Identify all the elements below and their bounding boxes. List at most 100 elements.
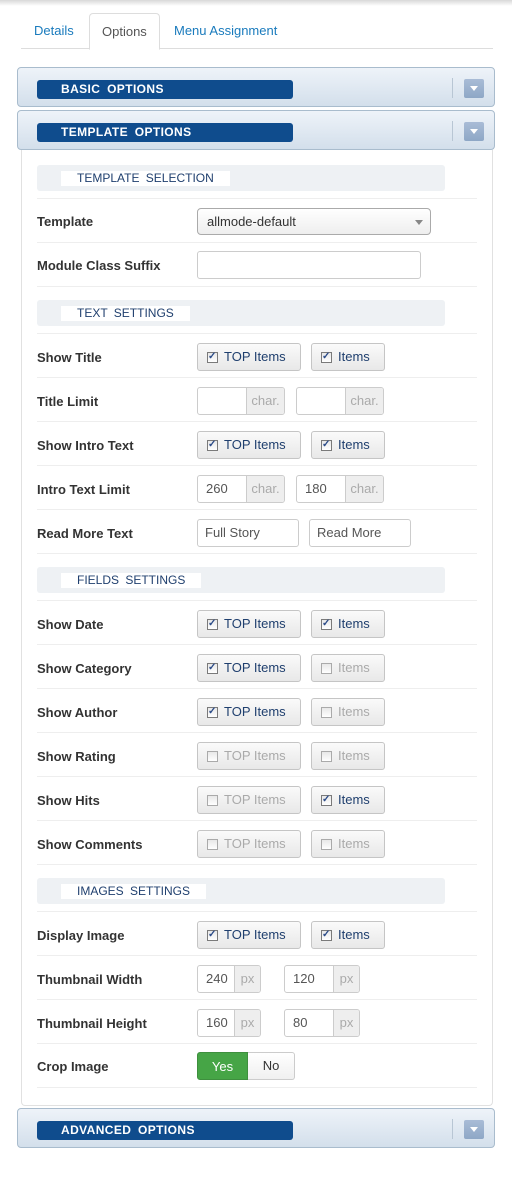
read-more-text-items-input[interactable]: Read More bbox=[309, 519, 411, 547]
divider bbox=[37, 286, 477, 287]
checkbox-checked-icon: ✓ bbox=[207, 439, 218, 451]
show-hits-top-items-checkbox[interactable]: TOP Items bbox=[197, 786, 301, 814]
intro-text-limit-items-input[interactable]: 180 char. bbox=[296, 475, 384, 503]
chevron-down-icon[interactable] bbox=[464, 79, 484, 98]
divider bbox=[37, 1087, 477, 1088]
title-limit-items-input[interactable]: char. bbox=[296, 387, 384, 415]
show-comments-label: Show Comments bbox=[37, 837, 143, 852]
intro-text-limit-top-items-input[interactable]: 260 char. bbox=[197, 475, 285, 503]
crop-image-yes-button[interactable]: Yes bbox=[197, 1052, 248, 1080]
checkbox-checked-icon: ✓ bbox=[321, 929, 332, 941]
checkbox-checked-icon: ✓ bbox=[321, 351, 332, 363]
title-limit-top-items-input[interactable]: char. bbox=[197, 387, 285, 415]
checkbox-unchecked-icon bbox=[207, 795, 218, 806]
accordion-advanced-options[interactable]: ADVANCED OPTIONS bbox=[17, 1108, 495, 1148]
divider bbox=[452, 78, 453, 98]
display-image-top-items-checkbox[interactable]: ✓ TOP Items bbox=[197, 921, 301, 949]
checkbox-label: TOP Items bbox=[224, 660, 286, 675]
show-hits-items-checkbox[interactable]: ✓ Items bbox=[311, 786, 385, 814]
show-comments-items-checkbox[interactable]: Items bbox=[311, 830, 385, 858]
tab-menu-assignment[interactable]: Menu Assignment bbox=[162, 13, 289, 49]
checkbox-unchecked-icon bbox=[207, 751, 218, 762]
show-date-items-checkbox[interactable]: ✓ Items bbox=[311, 610, 385, 638]
accordion-title: ADVANCED OPTIONS bbox=[37, 1121, 293, 1140]
divider bbox=[37, 198, 477, 199]
input-value[interactable]: 120 bbox=[285, 966, 333, 992]
show-rating-label: Show Rating bbox=[37, 749, 116, 764]
checkbox-checked-icon: ✓ bbox=[321, 794, 332, 806]
input-value[interactable]: 180 bbox=[297, 476, 345, 502]
show-rating-items-checkbox[interactable]: Items bbox=[311, 742, 385, 770]
input-value[interactable]: 240 bbox=[198, 966, 234, 992]
accordion-title: BASIC OPTIONS bbox=[37, 80, 293, 99]
show-author-top-items-checkbox[interactable]: ✓ TOP Items bbox=[197, 698, 301, 726]
read-more-text-label: Read More Text bbox=[37, 526, 133, 541]
checkbox-label: TOP Items bbox=[224, 437, 286, 452]
checkbox-label: Items bbox=[338, 927, 370, 942]
checkbox-label: TOP Items bbox=[224, 704, 286, 719]
show-comments-top-items-checkbox[interactable]: TOP Items bbox=[197, 830, 301, 858]
check-icon: ✓ bbox=[208, 662, 217, 673]
module-class-suffix-input[interactable] bbox=[197, 251, 421, 279]
unit-addon: char. bbox=[246, 388, 284, 414]
checkbox-label: Items bbox=[338, 748, 370, 763]
section-template-selection: TEMPLATE SELECTION bbox=[37, 165, 445, 191]
accordion-basic-options[interactable]: BASIC OPTIONS bbox=[17, 67, 495, 107]
unit-addon: px bbox=[333, 966, 359, 992]
show-intro-text-items-checkbox[interactable]: ✓ Items bbox=[311, 431, 385, 459]
divider bbox=[452, 121, 453, 141]
chevron-down-icon[interactable] bbox=[464, 1120, 484, 1139]
section-label: TEMPLATE SELECTION bbox=[61, 171, 230, 186]
divider bbox=[37, 644, 477, 645]
checkbox-label: Items bbox=[338, 836, 370, 851]
show-rating-top-items-checkbox[interactable]: TOP Items bbox=[197, 742, 301, 770]
unit-addon: px bbox=[333, 1010, 359, 1036]
display-image-items-checkbox[interactable]: ✓ Items bbox=[311, 921, 385, 949]
thumbnail-width-top-items-input[interactable]: 240 px bbox=[197, 965, 261, 993]
input-value[interactable]: 160 bbox=[198, 1010, 234, 1036]
crop-image-no-button[interactable]: No bbox=[248, 1052, 295, 1080]
show-date-top-items-checkbox[interactable]: ✓ TOP Items bbox=[197, 610, 301, 638]
checkbox-label: Items bbox=[338, 437, 370, 452]
top-shadow bbox=[0, 0, 512, 6]
show-author-items-checkbox[interactable]: Items bbox=[311, 698, 385, 726]
check-icon: ✓ bbox=[322, 618, 331, 629]
unit-addon: px bbox=[234, 1010, 260, 1036]
divider bbox=[37, 242, 477, 243]
divider bbox=[37, 553, 477, 554]
unit-addon: char. bbox=[345, 388, 383, 414]
divider bbox=[37, 864, 477, 865]
checkbox-label: Items bbox=[338, 616, 370, 631]
thumbnail-height-items-input[interactable]: 80 px bbox=[284, 1009, 360, 1037]
tab-options[interactable]: Options bbox=[89, 13, 160, 50]
tab-details[interactable]: Details bbox=[22, 13, 86, 49]
input-value[interactable]: 260 bbox=[198, 476, 246, 502]
show-category-top-items-checkbox[interactable]: ✓ TOP Items bbox=[197, 654, 301, 682]
input-value[interactable] bbox=[297, 388, 345, 414]
thumbnail-width-items-input[interactable]: 120 px bbox=[284, 965, 360, 993]
checkbox-unchecked-icon bbox=[321, 707, 332, 718]
accordion-template-options[interactable]: TEMPLATE OPTIONS bbox=[17, 110, 495, 150]
chevron-down-icon[interactable] bbox=[464, 122, 484, 141]
input-value[interactable]: 80 bbox=[285, 1010, 333, 1036]
section-label: IMAGES SETTINGS bbox=[61, 884, 207, 899]
checkbox-label: Items bbox=[338, 704, 370, 719]
show-author-label: Show Author bbox=[37, 705, 118, 720]
checkbox-checked-icon: ✓ bbox=[321, 618, 332, 630]
divider bbox=[37, 999, 477, 1000]
template-label: Template bbox=[37, 214, 94, 229]
divider bbox=[37, 820, 477, 821]
unit-addon: char. bbox=[345, 476, 383, 502]
show-intro-text-top-items-checkbox[interactable]: ✓ TOP Items bbox=[197, 431, 301, 459]
show-title-top-items-checkbox[interactable]: ✓ TOP Items bbox=[197, 343, 301, 371]
show-intro-text-label: Show Intro Text bbox=[37, 438, 134, 453]
show-category-items-checkbox[interactable]: Items bbox=[311, 654, 385, 682]
thumbnail-height-top-items-input[interactable]: 160 px bbox=[197, 1009, 261, 1037]
checkbox-label: TOP Items bbox=[224, 927, 286, 942]
template-select[interactable]: allmode-default bbox=[197, 208, 431, 235]
intro-text-limit-label: Intro Text Limit bbox=[37, 482, 130, 497]
read-more-text-top-items-input[interactable]: Full Story bbox=[197, 519, 299, 547]
input-value[interactable] bbox=[198, 388, 246, 414]
divider bbox=[37, 509, 477, 510]
show-title-items-checkbox[interactable]: ✓ Items bbox=[311, 343, 385, 371]
